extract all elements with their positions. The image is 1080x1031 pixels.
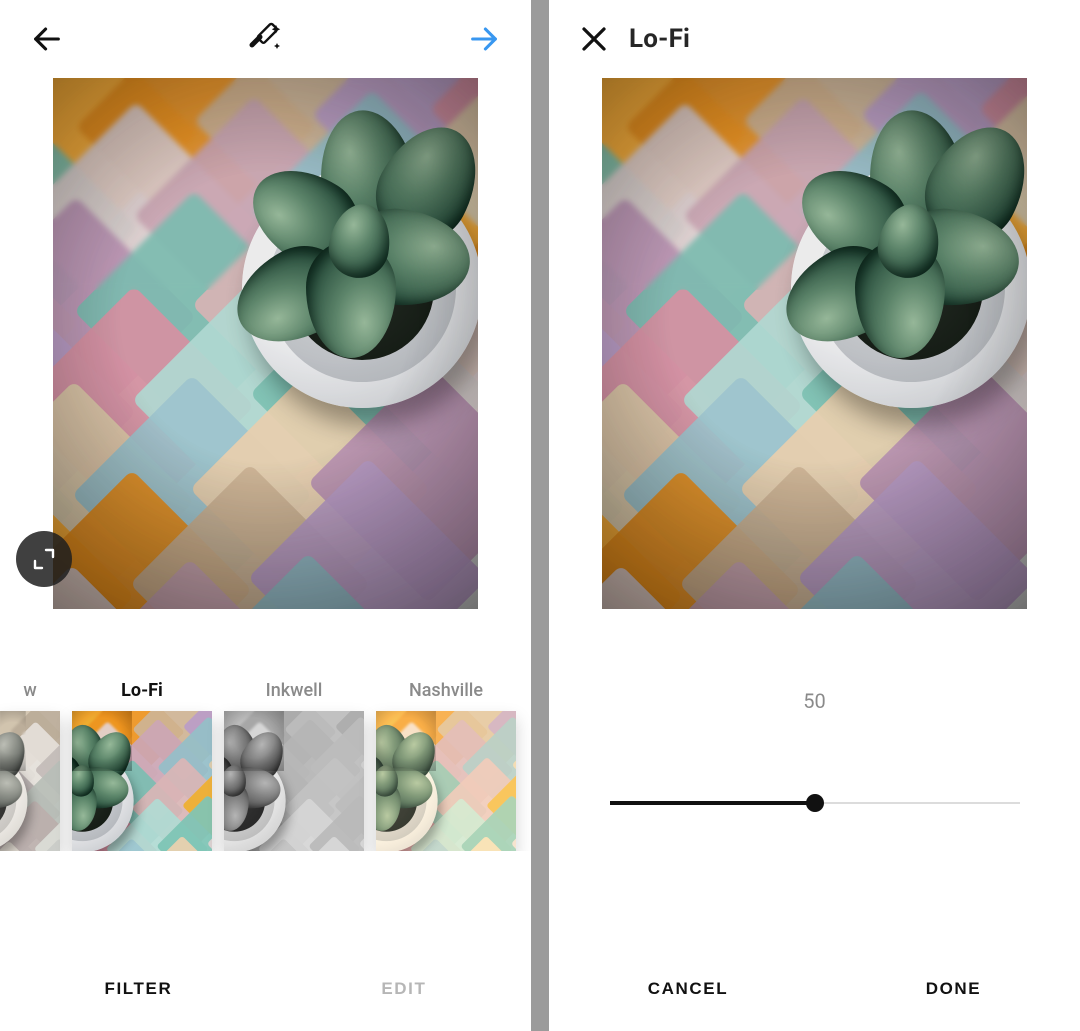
photo-preview[interactable] — [53, 78, 478, 609]
filter-option-lofi[interactable]: Lo-Fi — [72, 675, 212, 851]
expand-icon — [32, 547, 56, 571]
filter-name-title: Lo-Fi — [629, 24, 690, 54]
pane-divider — [531, 0, 549, 1031]
filter-option-label: Inkwell — [266, 675, 323, 705]
slider-area: 50 — [549, 609, 1080, 945]
close-button[interactable] — [573, 18, 615, 60]
filter-option-label: Nashville — [409, 675, 483, 705]
filter-option-label: Lo-Fi — [121, 675, 163, 705]
slider-knob[interactable] — [806, 794, 824, 812]
back-arrow-icon — [30, 22, 64, 56]
filter-strip[interactable]: w Lo-Fi Inkwell Nashville — [0, 675, 531, 851]
filter-option-inkwell[interactable]: Inkwell — [224, 675, 364, 851]
filter-option-label: w — [23, 675, 36, 705]
cancel-button[interactable]: CANCEL — [648, 979, 728, 999]
photo-preview-area — [549, 78, 1080, 609]
filter-thumb — [376, 711, 516, 851]
filter-option-nashville[interactable]: Nashville — [376, 675, 516, 851]
strength-buttons: CANCEL DONE — [549, 945, 1080, 1031]
photo-preview[interactable] — [602, 78, 1027, 609]
editor-header — [0, 0, 531, 78]
slider-value-label: 50 — [803, 689, 825, 713]
back-button[interactable] — [24, 16, 70, 62]
next-button[interactable] — [461, 16, 507, 62]
strength-header: Lo-Fi — [549, 0, 1080, 78]
next-arrow-icon — [467, 22, 501, 56]
close-icon — [579, 24, 609, 54]
magic-wand-icon — [246, 19, 286, 59]
done-button[interactable]: DONE — [926, 979, 982, 999]
photo-preview-area — [0, 78, 531, 609]
auto-enhance-button[interactable] — [240, 13, 292, 65]
tab-filter[interactable]: FILTER — [105, 979, 173, 999]
filter-strip-area: w Lo-Fi Inkwell Nashville — [0, 609, 531, 945]
strength-slider[interactable] — [610, 791, 1020, 815]
filter-thumb — [0, 711, 60, 851]
bottom-tabs: FILTER EDIT — [0, 945, 531, 1031]
slider-track-fill — [610, 801, 815, 805]
filter-thumb — [72, 711, 212, 851]
filter-select-screen: w Lo-Fi Inkwell Nashville FILTER EDIT — [0, 0, 531, 1031]
filter-option-willow[interactable]: w — [0, 675, 60, 851]
expand-button[interactable] — [16, 531, 72, 587]
filter-thumb — [224, 711, 364, 851]
tab-edit[interactable]: EDIT — [381, 979, 426, 999]
filter-strength-screen: Lo-Fi 50 CANCEL DONE — [549, 0, 1080, 1031]
